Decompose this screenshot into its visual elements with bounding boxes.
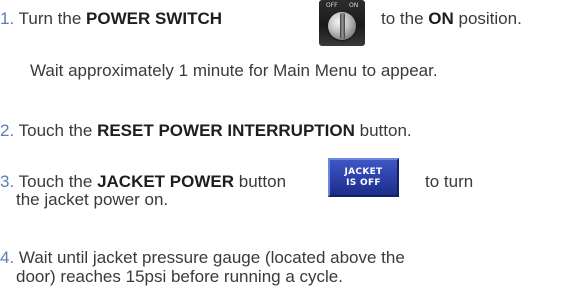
jacket-button-line-2: IS OFF [346,177,381,188]
switch-on-label: ON [349,2,359,9]
step-2-line: 2. Touch the RESET POWER INTERRUPTION bu… [0,121,412,141]
step-3-line-2: the jacket power on. [16,190,169,209]
step-keyword: RESET POWER INTERRUPTION [97,121,355,140]
jacket-button-line-1: JACKET [344,166,383,177]
step-1-line-end: to the ON position. [381,9,522,29]
switch-grip [340,13,345,39]
step-text: Touch the [18,172,98,191]
step-1-note: Wait approximately 1 minute for Main Men… [30,61,438,80]
step-text: to the [381,9,429,28]
step-keyword: JACKET POWER [97,172,235,191]
step-text: Turn the [18,9,87,28]
step-text: position. [453,9,522,28]
step-keyword: ON [428,9,454,28]
step-text: Touch the [18,121,98,140]
step-3-line: 3. Touch the JACKET POWER button [0,172,286,192]
step-number: 1. [0,9,15,28]
step-1-line: 1. Turn the POWER SWITCH [0,9,222,29]
step-number: 3. [0,172,15,191]
jacket-power-button-icon: JACKET IS OFF [328,158,399,197]
step-number: 2. [0,121,15,140]
step-4-line-2: door) reaches 15psi before running a cyc… [16,267,343,286]
step-keyword: POWER SWITCH [86,9,223,28]
switch-off-label: OFF [326,2,338,9]
power-switch-icon: OFF ON [319,0,365,46]
step-4-line: 4. Wait until jacket pressure gauge (loc… [0,248,405,268]
step-number: 4. [0,248,15,267]
step-text: Wait until jacket pressure gauge (locate… [18,248,405,267]
step-text: button [234,172,287,191]
step-text: button. [354,121,412,140]
instructions-page: 1. Turn the POWER SWITCH OFF ON to the O… [0,0,573,299]
step-3-line-end: to turn [425,172,474,191]
